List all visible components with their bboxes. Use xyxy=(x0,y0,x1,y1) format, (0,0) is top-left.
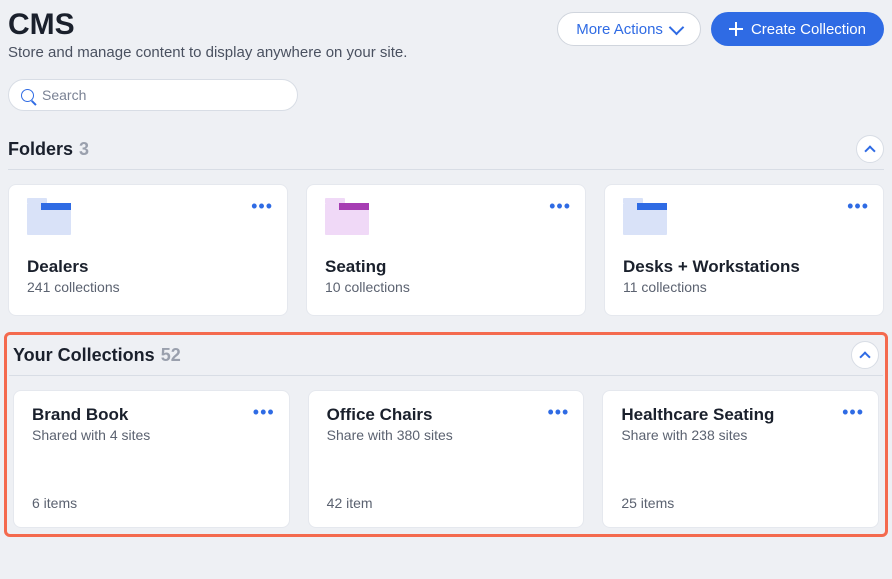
collection-items: 6 items xyxy=(32,471,271,511)
collection-name: Brand Book xyxy=(32,405,271,425)
create-collection-label: Create Collection xyxy=(751,21,866,38)
collections-section-header: Your Collections 52 xyxy=(9,341,883,376)
collections-highlight: Your Collections 52 ••• Brand Book Share… xyxy=(4,332,888,537)
folder-meta: 241 collections xyxy=(27,279,269,295)
folder-name: Desks + Workstations xyxy=(623,257,865,277)
page-header: CMS Store and manage content to display … xyxy=(8,8,884,61)
folders-section-header: Folders 3 xyxy=(8,135,884,170)
chevron-up-icon xyxy=(864,145,875,156)
search-box[interactable] xyxy=(8,79,298,111)
collection-items: 42 item xyxy=(327,471,566,511)
kebab-icon[interactable]: ••• xyxy=(842,403,864,421)
collection-card[interactable]: ••• Brand Book Shared with 4 sites 6 ite… xyxy=(13,390,290,528)
page-title: CMS xyxy=(8,8,407,42)
page-subtitle: Store and manage content to display anyw… xyxy=(8,44,407,61)
kebab-icon[interactable]: ••• xyxy=(251,197,273,215)
collection-name: Office Chairs xyxy=(327,405,566,425)
kebab-icon[interactable]: ••• xyxy=(847,197,869,215)
folder-meta: 11 collections xyxy=(623,279,865,295)
kebab-icon[interactable]: ••• xyxy=(549,197,571,215)
collection-card[interactable]: ••• Office Chairs Share with 380 sites 4… xyxy=(308,390,585,528)
folder-icon xyxy=(27,203,71,235)
kebab-icon[interactable]: ••• xyxy=(547,403,569,421)
collection-meta: Share with 380 sites xyxy=(327,427,566,443)
search-input[interactable] xyxy=(42,87,285,103)
folder-icon xyxy=(623,203,667,235)
collection-meta: Share with 238 sites xyxy=(621,427,860,443)
folder-name: Dealers xyxy=(27,257,269,277)
create-collection-button[interactable]: Create Collection xyxy=(711,12,884,46)
collection-items: 25 items xyxy=(621,471,860,511)
plus-icon xyxy=(729,22,743,36)
collection-card[interactable]: ••• Healthcare Seating Share with 238 si… xyxy=(602,390,879,528)
folders-row: ••• Dealers 241 collections ••• Seating … xyxy=(8,184,884,316)
folder-icon xyxy=(325,203,369,235)
chevron-down-icon xyxy=(669,19,685,35)
chevron-up-icon xyxy=(859,351,870,362)
folder-card[interactable]: ••• Seating 10 collections xyxy=(306,184,586,316)
collections-heading: Your Collections xyxy=(13,345,155,366)
collection-meta: Shared with 4 sites xyxy=(32,427,271,443)
folder-card[interactable]: ••• Dealers 241 collections xyxy=(8,184,288,316)
folders-heading: Folders xyxy=(8,139,73,160)
folders-count: 3 xyxy=(79,139,89,160)
more-actions-button[interactable]: More Actions xyxy=(557,12,701,46)
collections-collapse-button[interactable] xyxy=(851,341,879,369)
more-actions-label: More Actions xyxy=(576,21,663,38)
search-icon xyxy=(21,89,34,102)
collection-name: Healthcare Seating xyxy=(621,405,860,425)
folder-name: Seating xyxy=(325,257,567,277)
folder-card[interactable]: ••• Desks + Workstations 11 collections xyxy=(604,184,884,316)
collections-row: ••• Brand Book Shared with 4 sites 6 ite… xyxy=(9,390,883,528)
folders-collapse-button[interactable] xyxy=(856,135,884,163)
kebab-icon[interactable]: ••• xyxy=(253,403,275,421)
collections-count: 52 xyxy=(161,345,181,366)
folder-meta: 10 collections xyxy=(325,279,567,295)
